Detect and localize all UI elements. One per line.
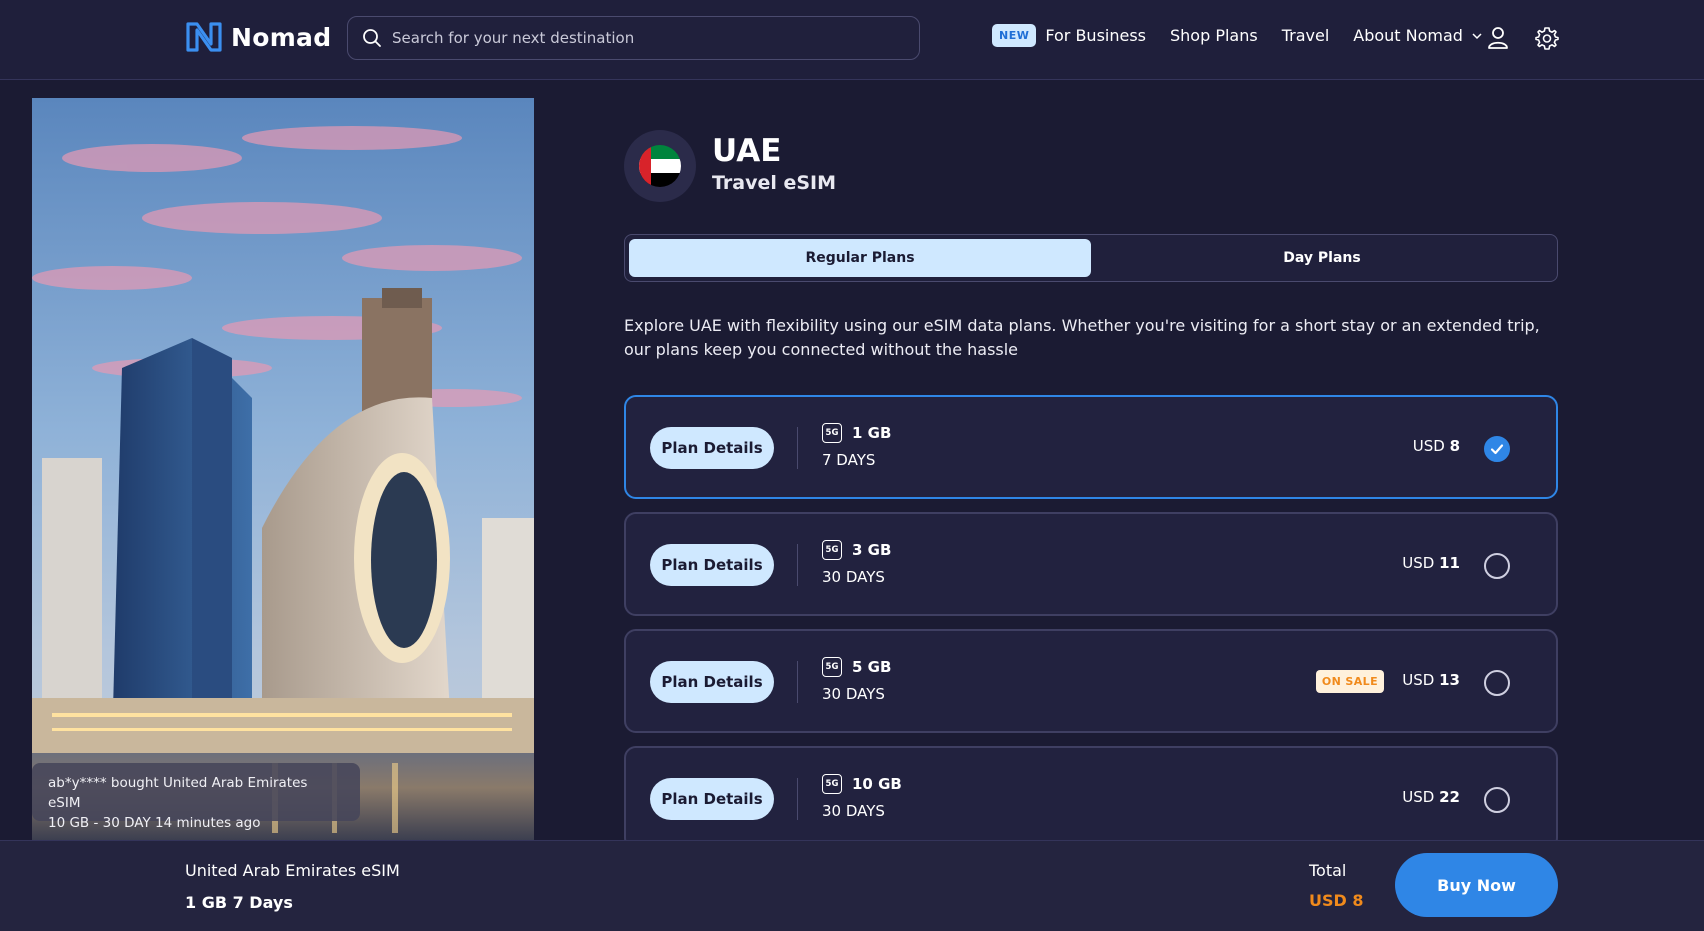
settings-gear-icon[interactable] xyxy=(1535,26,1559,50)
price-amount: 8 xyxy=(1449,437,1460,455)
nomad-logo[interactable]: Nomad xyxy=(185,20,331,54)
plan-duration: 7 DAYS xyxy=(822,451,876,469)
plan-data-amount: 10 GB xyxy=(852,775,902,793)
plan-select-radio[interactable] xyxy=(1484,436,1510,462)
price-currency: USD xyxy=(1402,788,1435,806)
dubai-skyline-illustration xyxy=(32,98,534,840)
tab-day-plans[interactable]: Day Plans xyxy=(1091,239,1553,277)
price-amount: 13 xyxy=(1439,671,1460,689)
recent-purchase-toast: ab*y**** bought United Arab Emirates eSI… xyxy=(32,763,360,831)
plan-data-amount: 3 GB xyxy=(852,541,892,559)
plan-duration: 30 DAYS xyxy=(822,685,885,703)
plan-duration: 30 DAYS xyxy=(822,802,885,820)
divider xyxy=(797,661,798,703)
plan-data: 5G 3 GB xyxy=(822,540,891,560)
search-input[interactable]: Search for your next destination xyxy=(347,16,920,60)
5g-icon: 5G xyxy=(822,774,842,794)
price-amount: 22 xyxy=(1439,788,1460,806)
plan-price: USD 8 xyxy=(1413,437,1460,455)
toast-line-1: ab*y**** bought United Arab Emirates eSI… xyxy=(48,775,308,811)
search-placeholder: Search for your next destination xyxy=(392,29,635,47)
uae-flag-badge xyxy=(624,130,696,202)
divider xyxy=(797,544,798,586)
nav-for-business[interactable]: For Business xyxy=(1045,26,1146,45)
plan-data: 5G 1 GB xyxy=(822,423,891,443)
total-label: Total xyxy=(1309,861,1347,880)
divider xyxy=(797,778,798,820)
top-header: Nomad Search for your next destination N… xyxy=(0,0,1704,80)
5g-icon: 5G xyxy=(822,657,842,677)
plan-select-radio[interactable] xyxy=(1484,670,1510,696)
search-icon xyxy=(363,29,381,47)
plan-description: Explore UAE with flexibility using our e… xyxy=(624,316,1540,359)
plan-card-10gb[interactable]: Plan Details 5G 10 GB 30 DAYS USD 22 xyxy=(624,746,1558,850)
nomad-logo-icon xyxy=(186,22,222,52)
product-subtitle: Travel eSIM xyxy=(712,172,837,194)
plan-data-amount: 1 GB xyxy=(852,424,892,442)
plan-details-button[interactable]: Plan Details xyxy=(650,661,774,703)
nav-travel[interactable]: Travel xyxy=(1282,26,1330,45)
checkout-bar: United Arab Emirates eSIM 1 GB 7 Days To… xyxy=(0,840,1704,931)
plan-price: USD 11 xyxy=(1402,554,1460,572)
plan-type-tabs: Regular Plans Day Plans xyxy=(624,234,1558,282)
nav-about-nomad[interactable]: About Nomad xyxy=(1353,26,1463,45)
checkout-selected-plan: 1 GB 7 Days xyxy=(185,893,293,912)
plan-select-radio[interactable] xyxy=(1484,553,1510,579)
plan-data: 5G 10 GB xyxy=(822,774,902,794)
plan-details-button[interactable]: Plan Details xyxy=(650,544,774,586)
price-amount: 11 xyxy=(1439,554,1460,572)
plan-details-button[interactable]: Plan Details xyxy=(650,427,774,469)
country-title: UAE xyxy=(712,133,782,169)
chevron-down-icon[interactable] xyxy=(1471,30,1483,42)
5g-icon: 5G xyxy=(822,540,842,560)
divider xyxy=(797,427,798,469)
plan-duration: 30 DAYS xyxy=(822,568,885,586)
on-sale-badge: ON SALE xyxy=(1315,670,1384,693)
plan-select-radio[interactable] xyxy=(1484,787,1510,813)
checkout-product-name: United Arab Emirates eSIM xyxy=(185,861,400,880)
plan-price: USD 22 xyxy=(1402,788,1460,806)
plan-price: USD 13 xyxy=(1402,671,1460,689)
total-value: USD 8 xyxy=(1309,891,1364,910)
price-currency: USD xyxy=(1412,437,1445,455)
check-icon xyxy=(1490,444,1504,455)
uae-flag-icon xyxy=(639,145,681,187)
plan-data: 5G 5 GB xyxy=(822,657,891,677)
plan-data-amount: 5 GB xyxy=(852,658,892,676)
main-nav: NEW For Business Shop Plans Travel About… xyxy=(992,24,1483,47)
plan-card-5gb[interactable]: Plan Details 5G 5 GB 30 DAYS ON SALE USD… xyxy=(624,629,1558,733)
toast-line-2: 10 GB - 30 DAY 14 minutes ago xyxy=(48,815,261,831)
plan-card-3gb[interactable]: Plan Details 5G 3 GB 30 DAYS USD 11 xyxy=(624,512,1558,616)
user-account-icon[interactable] xyxy=(1487,26,1509,50)
destination-hero-image xyxy=(32,98,534,840)
price-currency: USD xyxy=(1402,554,1435,572)
new-badge: NEW xyxy=(992,24,1037,47)
buy-now-button[interactable]: Buy Now xyxy=(1395,853,1558,917)
tab-regular-plans[interactable]: Regular Plans xyxy=(629,239,1091,277)
logo-text: Nomad xyxy=(231,22,332,52)
plan-card-1gb[interactable]: Plan Details 5G 1 GB 7 DAYS USD 8 xyxy=(624,395,1558,499)
plan-details-button[interactable]: Plan Details xyxy=(650,778,774,820)
5g-icon: 5G xyxy=(822,423,842,443)
price-currency: USD xyxy=(1402,671,1435,689)
nav-shop-plans[interactable]: Shop Plans xyxy=(1170,26,1258,45)
